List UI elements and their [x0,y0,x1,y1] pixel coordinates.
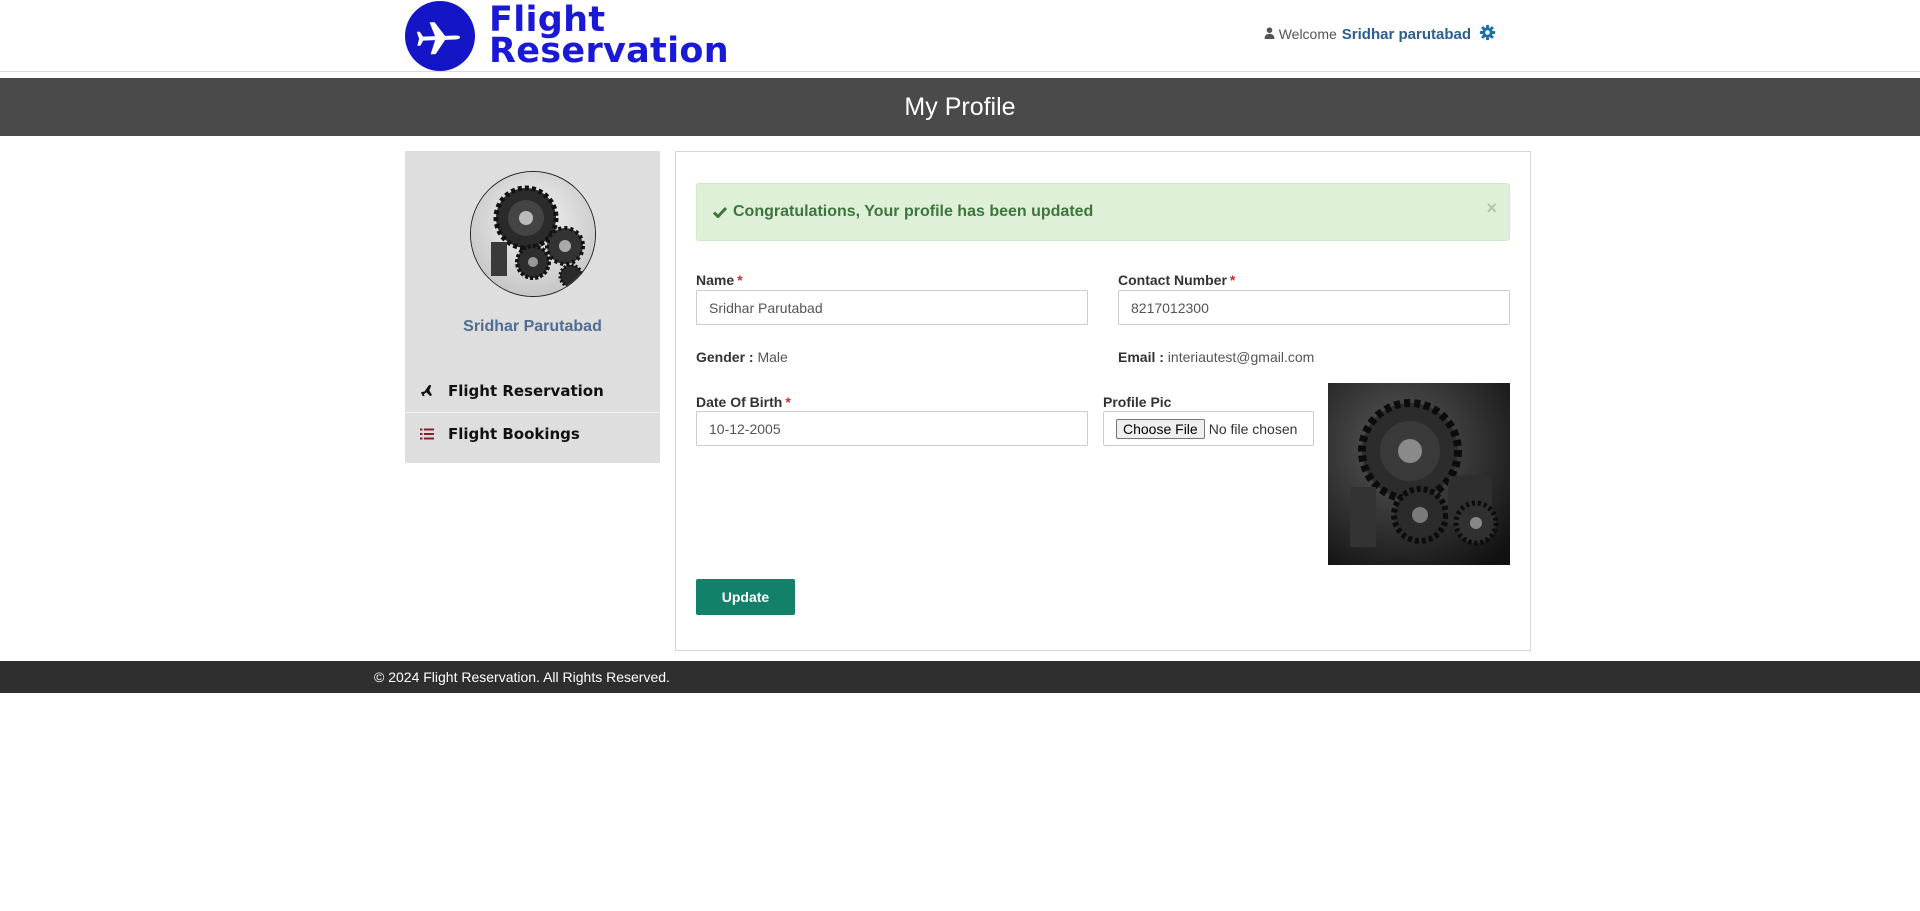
update-button[interactable]: Update [696,579,795,615]
dob-label: Date Of Birth * [696,394,791,410]
close-icon[interactable]: × [1486,198,1497,219]
sidebar-item-label: Flight Reservation [448,381,604,400]
sidebar-item-label: Flight Bookings [448,425,580,443]
required-marker: * [785,394,791,410]
success-alert: Congratulations, Your profile has been u… [696,183,1510,241]
date-of-birth-field[interactable]: 10-12-2005 [696,411,1088,446]
profile-form-panel: Congratulations, Your profile has been u… [675,151,1531,651]
page-title: My Profile [904,92,1016,121]
top-header: Flight Reservation Welcome Sridhar parut… [0,0,1920,72]
required-marker: * [1229,272,1236,288]
name-label: Name * [696,272,743,288]
name-label-text: Name [696,272,735,288]
sidebar-item-flight-bookings[interactable]: Flight Bookings [405,412,660,455]
sidebar-menu: Flight Reservation Flight Bookings [405,369,660,455]
sidebar-user-name: Sridhar Parutabad [463,318,602,335]
gender-label: Gender : [696,349,754,365]
sidebar-item-flight-reservation[interactable]: Flight Reservation [405,369,660,412]
gear-icon[interactable] [1479,24,1496,44]
gender-row: Gender : Male [696,349,788,365]
email-row: Email : interiautest@gmail.com [1118,349,1314,365]
contact-label-text: Contact Number [1118,272,1227,288]
welcome-label: Welcome [1278,26,1337,42]
required-marker: * [737,272,743,288]
profile-pic-preview [1328,383,1510,565]
profile-sidebar: Sridhar Parutabad Flight Reservation Fli… [405,151,660,463]
contact-number-field[interactable]: 8217012300 [1118,290,1510,325]
airplane-icon [405,1,475,71]
avatar [470,171,596,297]
email-value: interiautest@gmail.com [1167,349,1315,365]
alert-message: Congratulations, Your profile has been u… [733,203,1094,220]
logo-text: Flight Reservation [489,3,729,71]
airplane-icon [420,384,436,397]
file-status: No file chosen [1208,420,1298,437]
gender-value: Male [757,349,788,365]
welcome-area: Welcome Sridhar parutabad [1264,24,1496,44]
username-link[interactable]: Sridhar parutabad [1342,26,1471,43]
check-icon [713,206,727,218]
profile-pic-label: Profile Pic [1103,394,1172,410]
list-icon [420,428,436,440]
title-band: My Profile [0,78,1920,136]
copyright-text: © 2024 Flight Reservation. All Rights Re… [374,669,670,685]
site-logo[interactable]: Flight Reservation [405,1,729,71]
user-icon [1264,26,1275,42]
dob-label-text: Date Of Birth [696,394,783,410]
footer: © 2024 Flight Reservation. All Rights Re… [0,661,1920,693]
name-field[interactable]: Sridhar Parutabad [696,290,1088,325]
contact-label: Contact Number * [1118,272,1235,288]
choose-file-button[interactable]: Choose File [1116,418,1205,439]
email-label: Email : [1118,349,1164,365]
profile-pic-file-input[interactable]: Choose File No file chosen [1103,411,1314,446]
logo-line-2: Reservation [489,31,729,71]
